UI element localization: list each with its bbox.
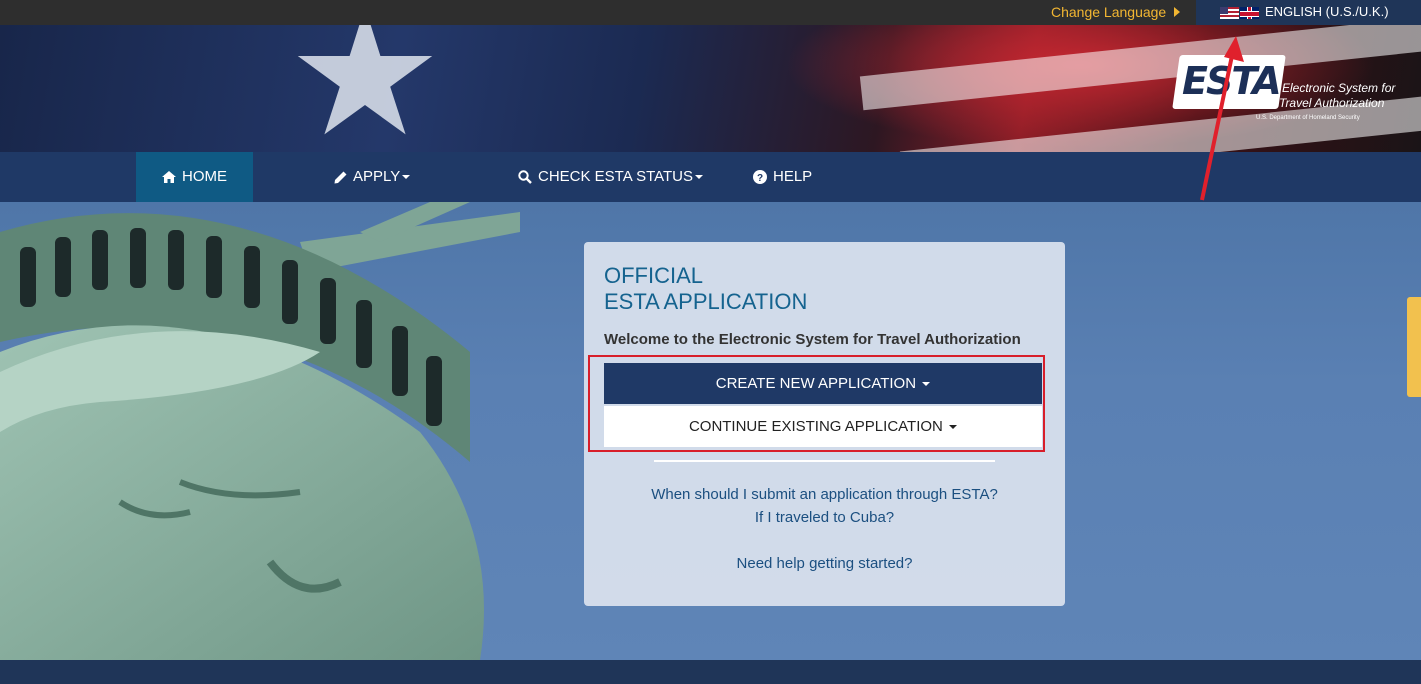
- nav-help[interactable]: ? HELP: [753, 152, 812, 202]
- nav-home[interactable]: HOME: [136, 152, 253, 202]
- esta-application-card: OFFICIAL ESTA APPLICATION Welcome to the…: [584, 242, 1065, 606]
- card-title: OFFICIAL ESTA APPLICATION: [604, 263, 807, 315]
- nav-home-label: HOME: [182, 168, 227, 185]
- continue-existing-application-label: CONTINUE EXISTING APPLICATION: [688, 418, 943, 435]
- esta-logo-subtitle-2: Travel Authorization: [1279, 96, 1385, 110]
- search-icon: [518, 170, 532, 184]
- getting-started-help-link[interactable]: Need help getting started?: [584, 555, 1065, 572]
- feedback-side-tab[interactable]: [1407, 297, 1421, 397]
- current-language-label: ENGLISH (U.S./U.K.): [1265, 4, 1389, 19]
- esta-logo-department: U.S. Department of Homeland Security: [1256, 115, 1360, 121]
- nav-apply-label: APPLY: [353, 168, 401, 185]
- welcome-text: Welcome to the Electronic System for Tra…: [604, 331, 1021, 348]
- flag-star-graphic: [297, 25, 433, 135]
- card-title-line-2: ESTA APPLICATION: [604, 289, 808, 314]
- nav-help-label: HELP: [773, 168, 813, 185]
- annotation-arrow: [1200, 36, 1244, 201]
- nav-check-status[interactable]: CHECK ESTA STATUS: [518, 152, 704, 202]
- us-flag-icon: [1220, 7, 1239, 19]
- question-circle-icon: ?: [753, 170, 767, 185]
- change-language-link[interactable]: Change Language: [1051, 4, 1166, 20]
- when-to-submit-link[interactable]: When should I submit an application thro…: [584, 486, 1065, 503]
- create-new-application-button[interactable]: CREATE NEW APPLICATION: [604, 363, 1042, 404]
- nav-apply[interactable]: APPLY: [334, 152, 411, 202]
- create-new-application-label: CREATE NEW APPLICATION: [715, 375, 917, 392]
- card-title-line-1: OFFICIAL: [604, 263, 704, 288]
- home-icon: [162, 171, 176, 184]
- nav-check-status-label: CHECK ESTA STATUS: [538, 168, 694, 185]
- svg-text:?: ?: [757, 173, 763, 184]
- continue-existing-application-button[interactable]: CONTINUE EXISTING APPLICATION: [604, 406, 1042, 447]
- top-utility-bar: Change Language ENGLISH (U.S./U.K.): [0, 0, 1421, 25]
- chevron-down-icon: [922, 382, 931, 387]
- current-language-selector[interactable]: ENGLISH (U.S./U.K.): [1196, 0, 1421, 25]
- esta-logo-subtitle-1: Electronic System for: [1282, 81, 1396, 95]
- cuba-travel-link[interactable]: If I traveled to Cuba?: [584, 509, 1065, 526]
- divider: [654, 460, 995, 462]
- uk-flag-icon: [1240, 7, 1259, 19]
- pencil-icon: [334, 171, 347, 184]
- statue-of-liberty-image: [0, 202, 520, 660]
- caret-right-icon: [1174, 7, 1180, 17]
- chevron-down-icon: [402, 175, 411, 180]
- chevron-down-icon: [949, 425, 958, 430]
- chevron-down-icon: [695, 175, 704, 180]
- footer-strip: [0, 660, 1421, 684]
